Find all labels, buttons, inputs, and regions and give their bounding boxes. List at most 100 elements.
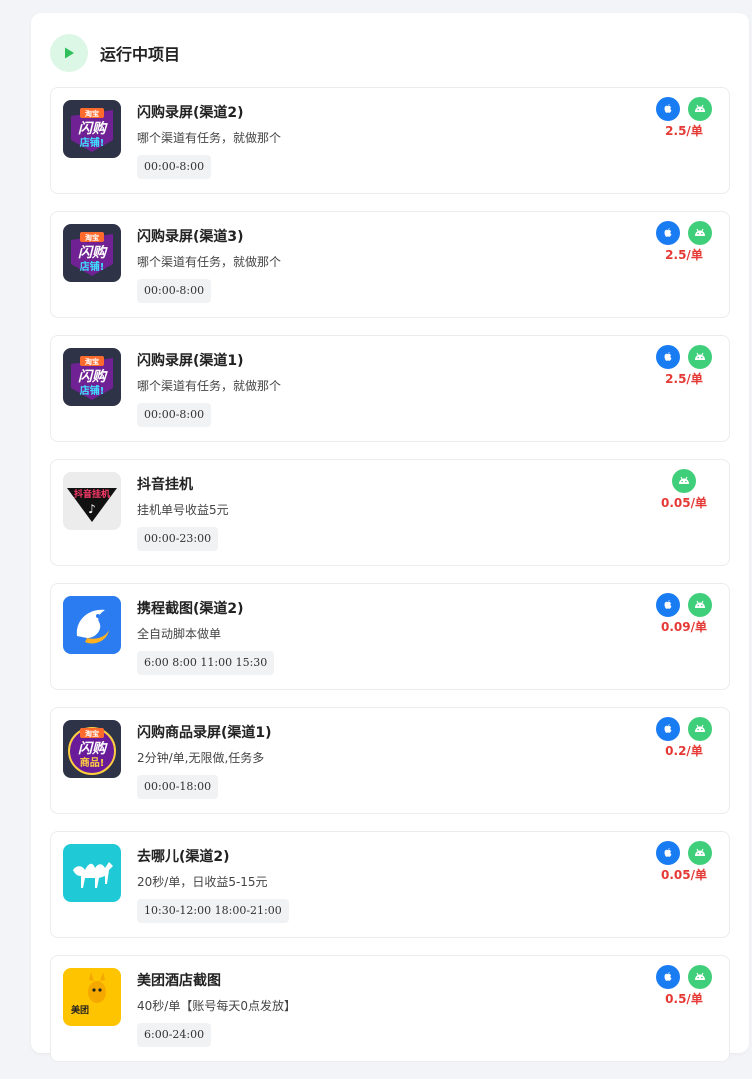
- project-time: 00:00-18:00: [137, 775, 219, 799]
- svg-text:店铺!: 店铺!: [80, 136, 105, 149]
- project-name: 闪购录屏(渠道1): [137, 353, 244, 369]
- apple-icon: [656, 965, 680, 989]
- apple-icon: [656, 841, 680, 865]
- project-time: 00:00-8:00: [137, 155, 212, 179]
- project-time: 10:30-12:00 18:00-21:00: [137, 899, 289, 923]
- project-meta: 0.5/单: [639, 965, 729, 1007]
- project-price: 0.2/单: [665, 744, 703, 758]
- svg-text:美团: 美团: [71, 1004, 89, 1016]
- svg-text:♪: ♪: [88, 502, 96, 516]
- apple-icon: [656, 717, 680, 741]
- project-name: 抖音挂机: [137, 477, 193, 493]
- svg-text:淘宝: 淘宝: [85, 357, 99, 366]
- project-price: 2.5/单: [665, 248, 703, 262]
- project-time: 00:00-8:00: [137, 279, 212, 303]
- panel-header: 运行中项目: [50, 33, 180, 73]
- svg-text:闪购: 闪购: [78, 120, 108, 137]
- svg-text:店铺!: 店铺!: [80, 384, 105, 397]
- android-icon: [688, 717, 712, 741]
- project-name: 闪购录屏(渠道3): [137, 229, 244, 245]
- project-info: 抖音挂机 挂机单号收益5元 00:00-23:00: [137, 475, 229, 551]
- android-icon: [688, 593, 712, 617]
- project-meta: 0.09/单: [639, 593, 729, 635]
- project-desc: 哪个渠道有任务，就做那个: [137, 255, 282, 269]
- svg-text:闪购: 闪购: [78, 244, 108, 261]
- project-meta: 2.5/单: [639, 345, 729, 387]
- platform-badges: [639, 469, 729, 493]
- project-price: 2.5/单: [665, 372, 703, 386]
- project-name: 闪购商品录屏(渠道1): [137, 725, 272, 741]
- project-desc: 20秒/单，日收益5-15元: [137, 875, 268, 889]
- svg-text:商品!: 商品!: [80, 756, 105, 769]
- svg-text:闪购: 闪购: [78, 368, 108, 385]
- platform-badges: [639, 593, 729, 617]
- project-info: 闪购录屏(渠道3) 哪个渠道有任务，就做那个 00:00-8:00: [137, 227, 281, 303]
- project-time: 00:00-8:00: [137, 403, 212, 427]
- android-icon: [688, 965, 712, 989]
- project-price: 0.09/单: [661, 620, 707, 634]
- svg-text:淘宝: 淘宝: [85, 109, 99, 118]
- project-desc: 哪个渠道有任务，就做那个: [137, 379, 282, 393]
- project-card[interactable]: 去哪儿(渠道2) 20秒/单，日收益5-15元 10:30-12:00 18:0…: [50, 831, 730, 938]
- svg-text:闪购: 闪购: [78, 740, 108, 757]
- douyin-icon: 抖音挂机 ♪: [63, 472, 121, 530]
- project-desc: 40秒/单【账号每天0点发放】: [137, 999, 296, 1013]
- android-icon: [688, 221, 712, 245]
- android-icon: [688, 345, 712, 369]
- project-card[interactable]: 携程截图(渠道2) 全自动脚本做单 6:00 8:00 11:00 15:30 …: [50, 583, 730, 690]
- project-time: 6:00 8:00 11:00 15:30: [137, 651, 275, 675]
- project-price: 0.05/单: [661, 496, 707, 510]
- apple-icon: [656, 221, 680, 245]
- meituan-icon: 美团: [63, 968, 121, 1026]
- platform-badges: [639, 97, 729, 121]
- android-icon: [688, 841, 712, 865]
- svg-text:淘宝: 淘宝: [85, 233, 99, 242]
- project-name: 闪购录屏(渠道2): [137, 105, 244, 121]
- project-card[interactable]: 美团 美团酒店截图 40秒/单【账号每天0点发放】 6:00-24:00 0.5…: [50, 955, 730, 1062]
- project-price: 0.5/单: [665, 992, 703, 1006]
- project-desc: 2分钟/单,无限做,任务多: [137, 751, 265, 765]
- ctrip-icon: [63, 596, 121, 654]
- project-desc: 哪个渠道有任务，就做那个: [137, 131, 282, 145]
- running-projects-panel: 运行中项目 淘宝 闪购 店铺! 闪购录屏(渠道2) 哪个渠道有任务，就做那个 0…: [31, 13, 749, 1062]
- project-info: 去哪儿(渠道2) 20秒/单，日收益5-15元 10:30-12:00 18:0…: [137, 847, 289, 923]
- project-desc: 全自动脚本做单: [137, 627, 222, 641]
- apple-icon: [656, 593, 680, 617]
- apple-icon: [656, 345, 680, 369]
- shangou-icon: 淘宝 闪购 店铺!: [63, 224, 121, 282]
- project-info: 闪购商品录屏(渠道1) 2分钟/单,无限做,任务多 00:00-18:00: [137, 723, 272, 799]
- panel-title: 运行中项目: [100, 45, 181, 64]
- qunar-icon: [63, 844, 121, 902]
- platform-badges: [639, 345, 729, 369]
- android-icon: [688, 97, 712, 121]
- apple-icon: [656, 97, 680, 121]
- svg-text:抖音挂机: 抖音挂机: [74, 488, 110, 500]
- project-card[interactable]: 淘宝 闪购 店铺! 闪购录屏(渠道1) 哪个渠道有任务，就做那个 00:00-8…: [50, 335, 730, 442]
- shangou-icon: 淘宝 闪购 店铺!: [63, 348, 121, 406]
- project-info: 闪购录屏(渠道2) 哪个渠道有任务，就做那个 00:00-8:00: [137, 103, 281, 179]
- svg-text:店铺!: 店铺!: [80, 260, 105, 273]
- project-card[interactable]: 淘宝 闪购 店铺! 闪购录屏(渠道2) 哪个渠道有任务，就做那个 00:00-8…: [50, 87, 730, 194]
- project-meta: 2.5/单: [639, 97, 729, 139]
- project-name: 携程截图(渠道2): [137, 601, 244, 617]
- svg-text:淘宝: 淘宝: [85, 729, 99, 738]
- project-list: 淘宝 闪购 店铺! 闪购录屏(渠道2) 哪个渠道有任务，就做那个 00:00-8…: [50, 87, 730, 1079]
- platform-badges: [639, 221, 729, 245]
- project-info: 携程截图(渠道2) 全自动脚本做单 6:00 8:00 11:00 15:30: [137, 599, 275, 675]
- project-name: 去哪儿(渠道2): [137, 849, 230, 865]
- shangou-icon: 淘宝 闪购 店铺!: [63, 100, 121, 158]
- project-time: 6:00-24:00: [137, 1023, 212, 1047]
- project-info: 美团酒店截图 40秒/单【账号每天0点发放】 6:00-24:00: [137, 971, 296, 1047]
- project-info: 闪购录屏(渠道1) 哪个渠道有任务，就做那个 00:00-8:00: [137, 351, 281, 427]
- project-time: 00:00-23:00: [137, 527, 219, 551]
- play-icon: [50, 34, 88, 72]
- project-meta: 0.05/单: [639, 841, 729, 883]
- project-meta: 0.05/单: [639, 469, 729, 511]
- project-card[interactable]: 淘宝 闪购 店铺! 闪购录屏(渠道3) 哪个渠道有任务，就做那个 00:00-8…: [50, 211, 730, 318]
- project-card[interactable]: 抖音挂机 ♪ 抖音挂机 挂机单号收益5元 00:00-23:00 0.05/单: [50, 459, 730, 566]
- project-card[interactable]: 淘宝 闪购 商品! 闪购商品录屏(渠道1) 2分钟/单,无限做,任务多 00:0…: [50, 707, 730, 814]
- shangou-goods-icon: 淘宝 闪购 商品!: [63, 720, 121, 778]
- platform-badges: [639, 965, 729, 989]
- project-meta: 0.2/单: [639, 717, 729, 759]
- project-price: 0.05/单: [661, 868, 707, 882]
